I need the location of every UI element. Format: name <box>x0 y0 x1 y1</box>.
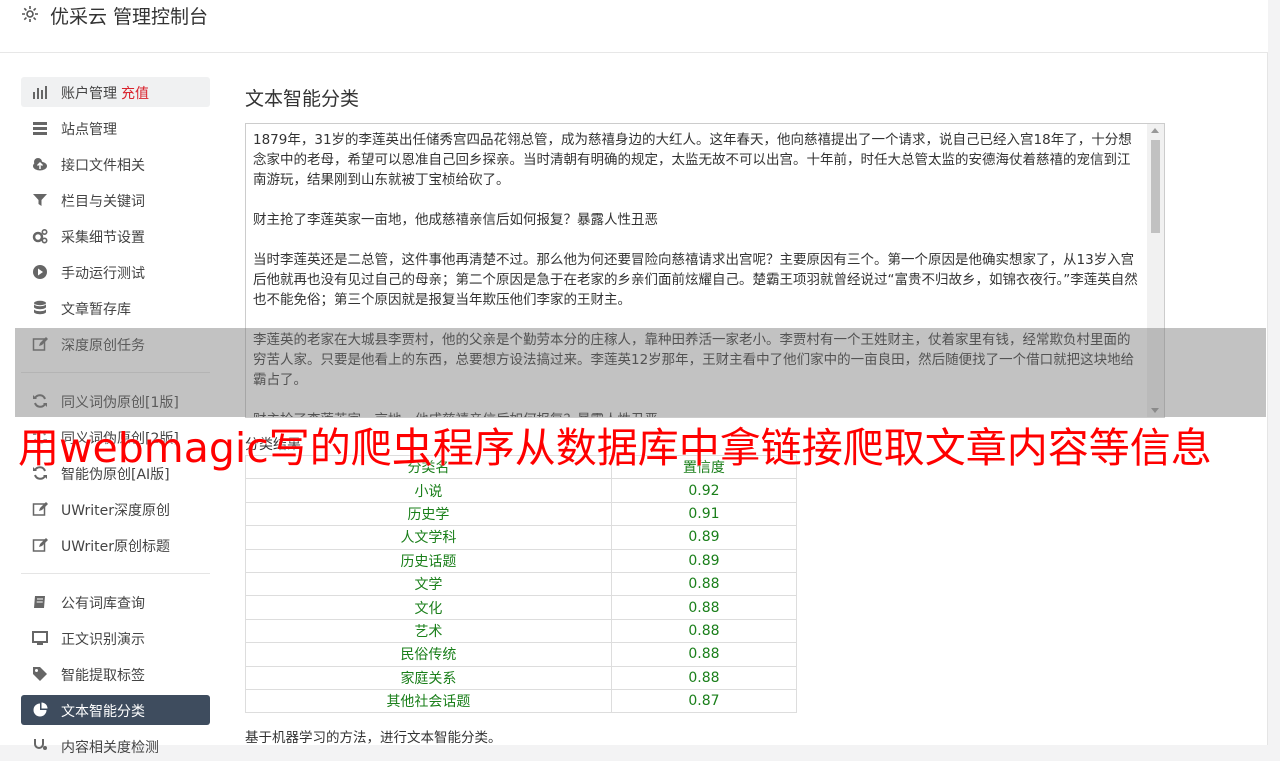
sidebar-item-label: 账户管理 <box>61 86 117 102</box>
sidebar-item-label: 接口文件相关 <box>61 158 145 174</box>
console-title: 优采云 管理控制台 <box>50 6 209 28</box>
sidebar-item-label: UWriter深度原创 <box>61 503 170 519</box>
sidebar-item-label: 文本智能分类 <box>61 704 145 720</box>
category-cell: 历史学 <box>245 501 612 527</box>
tag-icon <box>32 666 48 682</box>
category-cell: 民俗传统 <box>245 642 612 667</box>
page-title: 文本智能分类 <box>245 88 360 110</box>
sidebar-item-account[interactable]: 账户管理 充值 <box>21 77 210 107</box>
sidebar-item-label: 采集细节设置 <box>61 230 145 246</box>
sidebar-item-article-storage[interactable]: 文章暂存库 <box>21 293 210 323</box>
sidebar-item-label: 智能提取标签 <box>61 668 145 684</box>
app-frame: 优采云 管理控制台 账户管理 充值 站点管理 接口文件相关 栏目与关键词 采集细节… <box>0 0 1268 756</box>
sidebar-item-interface-files[interactable]: 接口文件相关 <box>21 149 210 179</box>
category-cell: 历史话题 <box>245 548 612 573</box>
category-cell: 其他社会话题 <box>245 688 612 714</box>
sidebar-item-tag-extract[interactable]: 智能提取标签 <box>21 659 210 689</box>
sidebar-item-label: 文章暂存库 <box>61 302 131 318</box>
sidebar-item-columns-keywords[interactable]: 栏目与关键词 <box>21 185 210 215</box>
category-cell: 小说 <box>245 478 612 503</box>
sidebar-item-text-classify[interactable]: 文本智能分类 <box>21 695 210 725</box>
confidence-cell: 0.89 <box>610 548 798 573</box>
sidebar-item-public-lexicon[interactable]: 公有词库查询 <box>21 587 210 617</box>
sidebar-divider <box>21 573 210 574</box>
article-paragraph: 财主抢了李莲英家一亩地，他成慈禧亲信后如何报复？暴露人性丑恶 <box>253 212 658 228</box>
table-row: 其他社会话题 0.87 <box>245 688 798 714</box>
edit-icon <box>32 501 48 517</box>
confidence-cell: 0.88 <box>610 595 798 620</box>
sidebar-item-uwriter-title[interactable]: UWriter原创标题 <box>21 530 210 560</box>
play-icon <box>32 264 48 280</box>
table-row: 民俗传统 0.88 <box>245 642 798 667</box>
top-bar: 优采云 管理控制台 <box>0 0 1268 53</box>
confidence-cell: 0.89 <box>610 525 798 550</box>
cloud-upload-icon <box>32 156 48 172</box>
sidebar-item-sites[interactable]: 站点管理 <box>21 113 210 143</box>
sidebar-item-manual-test[interactable]: 手动运行测试 <box>21 257 210 287</box>
sidebar-item-label: 正文识别演示 <box>61 632 145 648</box>
bar-chart-icon <box>32 84 48 100</box>
confidence-cell: 0.88 <box>610 571 798 597</box>
confidence-cell: 0.88 <box>610 642 798 667</box>
sidebar-item-body-recognition[interactable]: 正文识别演示 <box>21 623 210 653</box>
watermark-caption: 用webmagic写的爬虫程序从数据库中拿链接爬取文章内容等信息 <box>18 424 1212 472</box>
table-row: 历史学 0.91 <box>245 501 798 527</box>
sidebar-item-label: 手动运行测试 <box>61 266 145 282</box>
category-cell: 人文学科 <box>245 525 612 550</box>
pie-chart-icon <box>32 702 48 718</box>
article-paragraph: 1879年，31岁的李莲英出任储秀宫四品花翎总管，成为慈禧身边的大红人。这年春天… <box>253 132 1132 188</box>
sidebar-item-label: 站点管理 <box>61 122 117 138</box>
table-row: 艺术 0.88 <box>245 618 798 644</box>
monitor-icon <box>32 630 48 646</box>
table-row: 文化 0.88 <box>245 595 798 620</box>
sidebar-item-collect-settings[interactable]: 采集细节设置 <box>21 221 210 251</box>
confidence-cell: 0.88 <box>610 665 798 690</box>
table-row: 家庭关系 0.88 <box>245 665 798 690</box>
category-cell: 文化 <box>245 595 612 620</box>
book-icon <box>32 594 48 610</box>
category-cell: 文学 <box>245 571 612 597</box>
edit-icon <box>32 537 48 553</box>
table-row: 历史话题 0.89 <box>245 548 798 573</box>
sidebar-item-label: 内容相关度检测 <box>61 740 159 756</box>
gray-overlay-band <box>15 328 1266 417</box>
article-paragraph: 当时李莲英还是二总管，这件事他再清楚不过。那么他为何还要冒险向慈禧请求出宫呢？主… <box>253 252 1138 308</box>
category-cell: 艺术 <box>245 618 612 644</box>
table-row: 小说 0.92 <box>245 478 798 503</box>
cogs-icon <box>32 228 48 244</box>
scroll-thumb[interactable] <box>1151 140 1160 233</box>
scroll-up-icon[interactable] <box>1151 128 1159 133</box>
confidence-cell: 0.88 <box>610 618 798 644</box>
recharge-link[interactable]: 充值 <box>121 86 149 102</box>
database-icon <box>32 300 48 316</box>
category-cell: 家庭关系 <box>245 665 612 690</box>
table-row: 文学 0.88 <box>245 571 798 597</box>
sidebar-item-label: UWriter原创标题 <box>61 539 170 555</box>
sidebar-item-label: 公有词库查询 <box>61 596 145 612</box>
server-icon <box>32 120 48 136</box>
sidebar-item-relevance-check[interactable]: 内容相关度检测 <box>21 731 210 761</box>
table-row: 人文学科 0.89 <box>245 525 798 550</box>
confidence-cell: 0.87 <box>610 688 798 714</box>
description-text: 基于机器学习的方法，进行文本智能分类。 <box>245 730 502 746</box>
confidence-cell: 0.92 <box>610 478 798 503</box>
confidence-cell: 0.91 <box>610 501 798 527</box>
sidebar-item-uwriter-deep[interactable]: UWriter深度原创 <box>21 494 210 524</box>
stethoscope-icon <box>32 738 48 754</box>
classification-table: 分类名 置信度 小说 0.92 历史学 0.91 人文学科 0.89 历史话题 0.89… <box>245 454 798 714</box>
filter-icon <box>32 192 48 208</box>
gear-icon <box>20 4 40 24</box>
sidebar-item-label: 栏目与关键词 <box>61 194 145 210</box>
